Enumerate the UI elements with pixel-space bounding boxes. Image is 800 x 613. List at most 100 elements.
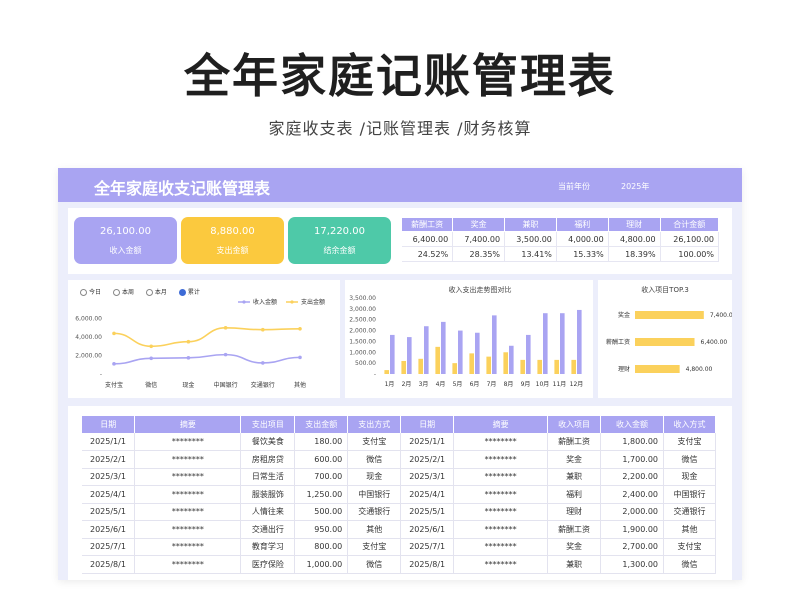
- table-cell[interactable]: 2025/6/1: [82, 520, 136, 539]
- table-cell[interactable]: 福利: [547, 485, 602, 504]
- table-cell[interactable]: ********: [453, 520, 549, 539]
- table-cell[interactable]: 2,000.00: [600, 503, 664, 521]
- table-cell[interactable]: 其他: [347, 520, 402, 539]
- table-cell[interactable]: 2,200.00: [600, 468, 664, 486]
- table-cell[interactable]: 800.00: [294, 538, 349, 556]
- table-cell[interactable]: 餐饮美食: [240, 433, 296, 451]
- table-cell[interactable]: 2025/1/1: [82, 433, 136, 451]
- table-cell[interactable]: ********: [453, 538, 549, 556]
- table-cell[interactable]: 2025/7/1: [82, 538, 136, 556]
- table-cell[interactable]: 2025/5/1: [400, 503, 455, 521]
- table-row[interactable]: 2025/6/1 ******** 交通出行 950.00 其他 2025/6/1 ****…: [82, 520, 716, 539]
- table-cell[interactable]: 房租房贷: [240, 450, 296, 469]
- table-cell[interactable]: ********: [134, 468, 242, 486]
- table-cell[interactable]: 服装服饰: [240, 485, 296, 504]
- table-cell[interactable]: 支付宝: [663, 538, 716, 556]
- table-cell[interactable]: 医疗保险: [240, 555, 296, 574]
- table-cell[interactable]: 奖金: [547, 538, 602, 556]
- x-tick-label: 7月: [487, 381, 497, 388]
- table-row[interactable]: 2025/5/1 ******** 人情往来 500.00 交通银行 2025/5/1 **…: [82, 503, 716, 521]
- table-cell[interactable]: 中国银行: [663, 485, 716, 504]
- table-cell[interactable]: 2025/8/1: [82, 555, 136, 574]
- table-cell[interactable]: ********: [134, 450, 242, 469]
- table-cell[interactable]: 2025/8/1: [400, 555, 455, 574]
- table-cell[interactable]: 薪酬工资: [547, 520, 602, 539]
- table-cell[interactable]: 2025/1/1: [400, 433, 455, 451]
- table-cell[interactable]: 2,700.00: [600, 538, 664, 556]
- table-cell[interactable]: ********: [453, 555, 549, 574]
- table-cell[interactable]: 交通银行: [663, 503, 716, 521]
- table-cell[interactable]: 微信: [347, 555, 402, 574]
- table-cell[interactable]: 日常生活: [240, 468, 296, 486]
- hero-title: 全年家庭记账管理表: [184, 49, 616, 103]
- table-cell[interactable]: 兼职: [547, 555, 602, 574]
- table-cell[interactable]: 1,300.00: [600, 555, 664, 574]
- table-cell[interactable]: ********: [453, 468, 549, 486]
- table-cell[interactable]: 中国银行: [347, 485, 402, 504]
- table-cell[interactable]: 2025/7/1: [400, 538, 455, 556]
- table-cell[interactable]: ********: [134, 538, 242, 556]
- table-cell[interactable]: 600.00: [294, 450, 349, 469]
- table-cell[interactable]: 700.00: [294, 468, 349, 486]
- table-cell[interactable]: ********: [453, 503, 549, 521]
- table-cell[interactable]: 500.00: [294, 503, 349, 521]
- table-cell[interactable]: 支付宝: [663, 433, 716, 451]
- table-cell[interactable]: ********: [134, 520, 242, 539]
- table-cell[interactable]: 兼职: [547, 468, 602, 486]
- year-value[interactable]: 2025年: [621, 181, 649, 192]
- table-cell[interactable]: 2025/2/1: [400, 450, 455, 469]
- table-row[interactable]: 2025/3/1 ******** 日常生活 700.00 现金 2025/3/1 ****…: [82, 468, 716, 486]
- table-cell[interactable]: 1,250.00: [294, 485, 349, 504]
- table-cell[interactable]: 其他: [663, 520, 716, 539]
- table-row[interactable]: 2025/2/1 ******** 房租房贷 600.00 微信 2025/2/1 ****…: [82, 450, 716, 469]
- table-cell[interactable]: 2,400.00: [600, 485, 664, 504]
- table-cell[interactable]: 2025/2/1: [82, 450, 136, 469]
- table-cell[interactable]: 交通银行: [347, 503, 402, 521]
- table-cell[interactable]: ********: [453, 485, 549, 504]
- table-cell[interactable]: ********: [453, 433, 549, 451]
- table-cell[interactable]: 2025/5/1: [82, 503, 136, 521]
- table-cell[interactable]: 2025/3/1: [400, 468, 455, 486]
- table-cell[interactable]: 微信: [663, 555, 716, 574]
- summary-percent: 13.41%: [504, 246, 557, 262]
- table-cell[interactable]: 现金: [663, 468, 716, 486]
- ledger-header-cell: 支出方式: [347, 416, 402, 433]
- table-row[interactable]: 2025/8/1 ******** 医疗保险 1,000.00 微信 2025/8/1 **…: [82, 555, 716, 574]
- table-cell[interactable]: 2025/6/1: [400, 520, 455, 539]
- table-cell[interactable]: 2025/4/1: [400, 485, 455, 504]
- table-cell[interactable]: 交通出行: [240, 520, 296, 539]
- table-cell[interactable]: 教育学习: [240, 538, 296, 556]
- table-cell[interactable]: 2025/4/1: [82, 485, 136, 504]
- table-cell[interactable]: 180.00: [294, 433, 349, 451]
- x-tick-label: 12月: [570, 381, 584, 388]
- table-row[interactable]: 2025/1/1 ******** 餐饮美食 180.00 支付宝 2025/1/1 ***…: [82, 433, 716, 451]
- top3-bar-chart: 收入项目TOP.3 奖金 7,400.00 薪酬工资 6,400.00 理财 4,800.0…: [606, 285, 732, 373]
- table-cell[interactable]: ********: [134, 555, 242, 574]
- table-cell[interactable]: 微信: [663, 450, 716, 469]
- expense-bar: [384, 370, 389, 374]
- ledger-header-cell: 收入项目: [547, 416, 602, 433]
- table-cell[interactable]: 薪酬工资: [547, 433, 602, 451]
- income-bar: [424, 326, 429, 374]
- table-cell[interactable]: 支付宝: [347, 538, 402, 556]
- table-cell[interactable]: 现金: [347, 468, 402, 486]
- table-cell[interactable]: 1,700.00: [600, 450, 664, 469]
- table-cell[interactable]: ********: [453, 450, 549, 469]
- table-cell[interactable]: 理财: [547, 503, 602, 521]
- table-cell[interactable]: 2025/3/1: [82, 468, 136, 486]
- ledger-header-row: 日期 摘要 支出项目 支出金额 支出方式 日期 摘要 收入项目 收入金额 收入方式: [82, 416, 716, 433]
- table-cell[interactable]: ********: [134, 433, 242, 451]
- table-row[interactable]: 2025/7/1 ******** 教育学习 800.00 支付宝 2025/7/1 ***…: [82, 538, 716, 556]
- table-cell[interactable]: 微信: [347, 450, 402, 469]
- kpi-balance: 17,220.00 结余金额: [288, 217, 391, 264]
- table-cell[interactable]: 1,800.00: [600, 433, 664, 451]
- table-cell[interactable]: 人情往来: [240, 503, 296, 521]
- table-cell[interactable]: 1,000.00: [294, 555, 349, 574]
- table-cell[interactable]: 奖金: [547, 450, 602, 469]
- table-cell[interactable]: 950.00: [294, 520, 349, 539]
- table-cell[interactable]: ********: [134, 485, 242, 504]
- table-cell[interactable]: 1,900.00: [600, 520, 664, 539]
- table-row[interactable]: 2025/4/1 ******** 服装服饰 1,250.00 中国银行 2025/4/1…: [82, 485, 716, 504]
- table-cell[interactable]: ********: [134, 503, 242, 521]
- table-cell[interactable]: 支付宝: [347, 433, 402, 451]
